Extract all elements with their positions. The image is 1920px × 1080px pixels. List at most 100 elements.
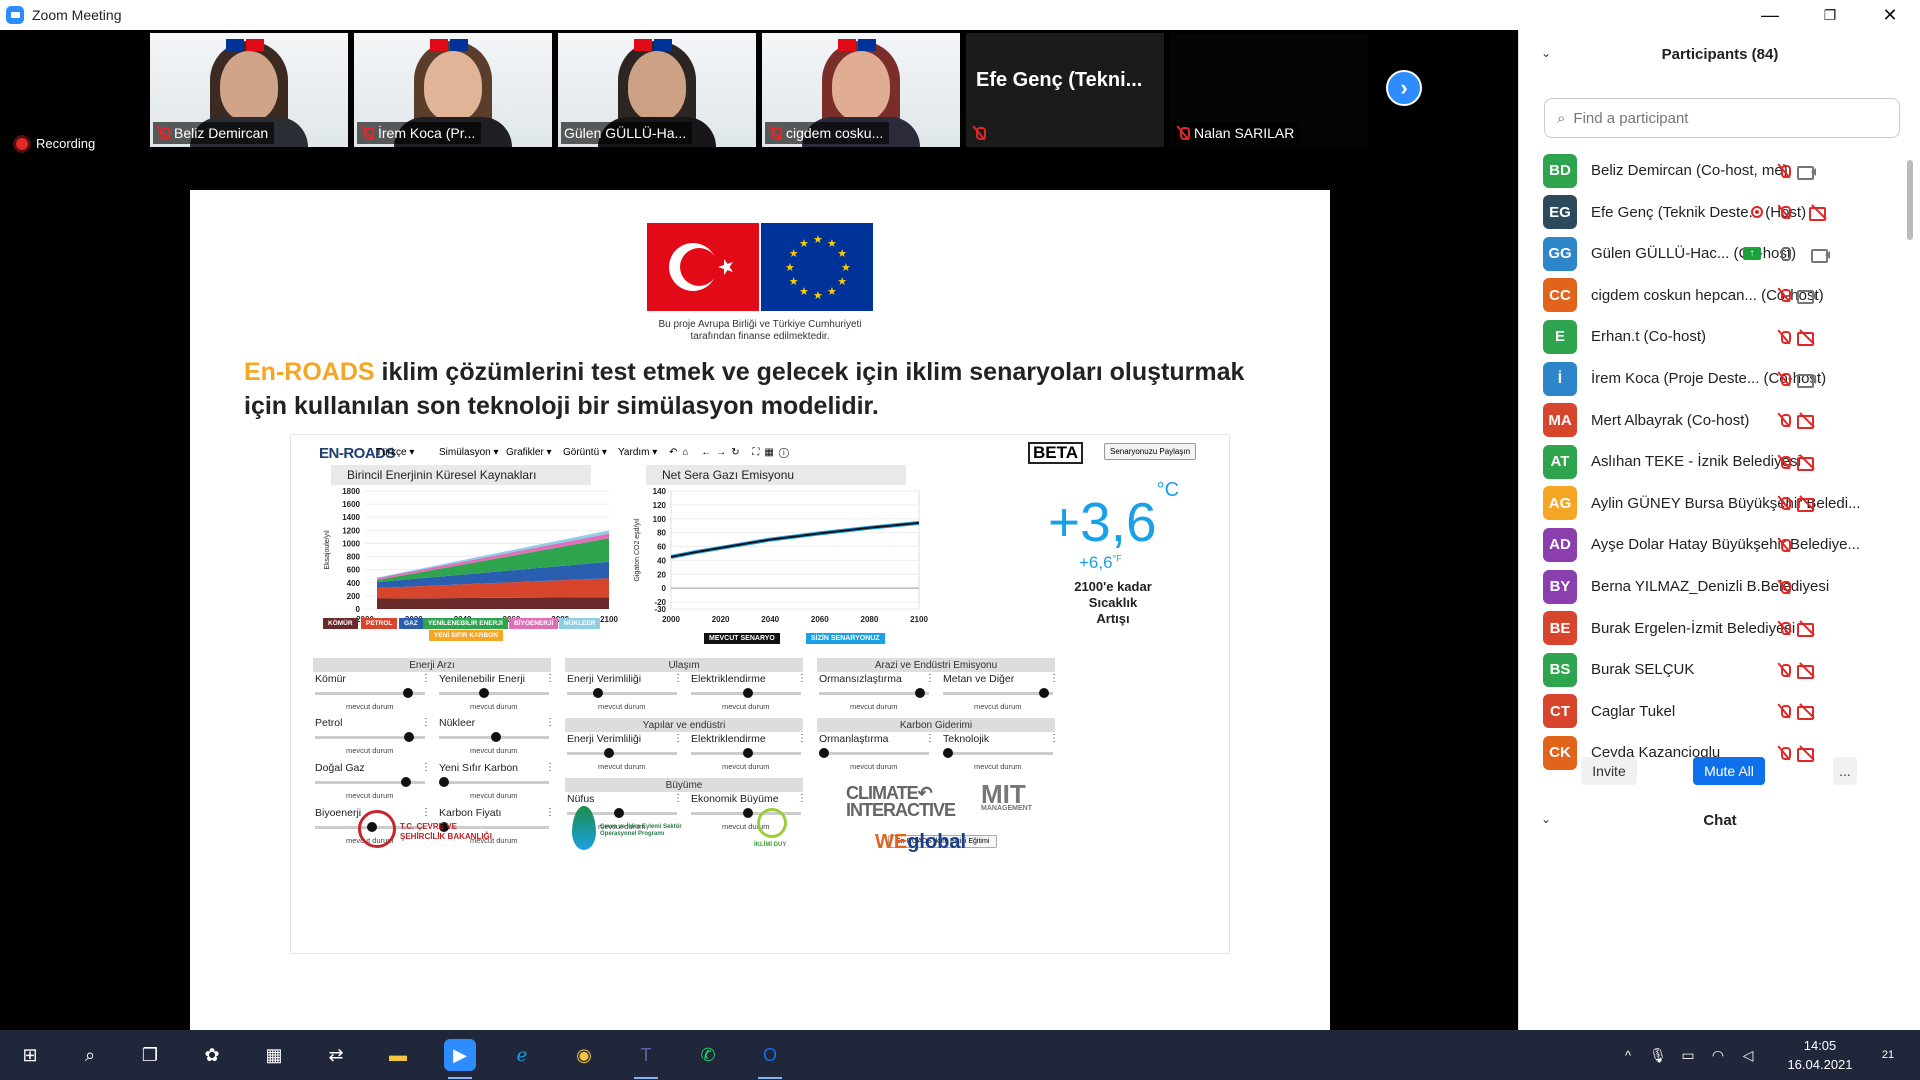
mic-muted-icon[interactable] xyxy=(1777,496,1791,511)
slider-menu-icon[interactable]: ⋮ xyxy=(797,793,807,804)
slider-thumb[interactable] xyxy=(478,688,489,698)
zoom-taskbar-icon[interactable]: ▶ xyxy=(444,1039,476,1079)
slider-thumb[interactable] xyxy=(604,748,615,758)
battery-icon[interactable]: ▭ xyxy=(1672,1039,1704,1071)
slider-track[interactable] xyxy=(819,692,929,695)
participants-scrollbar[interactable] xyxy=(1907,160,1913,240)
camera-off-icon xyxy=(1797,663,1817,679)
slider-menu-icon[interactable]: ⋮ xyxy=(545,762,555,773)
slider-menu-icon[interactable]: ⋮ xyxy=(673,733,683,744)
mic-muted-icon[interactable] xyxy=(1777,372,1791,386)
slider-menu-icon[interactable]: ⋮ xyxy=(421,717,431,728)
slider-thumb[interactable] xyxy=(403,688,414,698)
slider-menu-icon[interactable]: ⋮ xyxy=(673,673,683,684)
participant-search-input[interactable]: ⌕ Find a participant xyxy=(1544,98,1900,138)
video-thumbnail-active-speaker[interactable]: Gülen GÜLLÜ-Ha... xyxy=(558,33,756,147)
menu-view[interactable]: Görüntü ▾ xyxy=(563,447,607,458)
more-options-button[interactable]: ... xyxy=(1833,757,1857,785)
app-icon[interactable]: ✿ xyxy=(196,1039,228,1071)
slider-thumb[interactable] xyxy=(819,748,829,758)
volume-icon[interactable]: ◁ xyxy=(1732,1039,1764,1071)
slider-thumb[interactable] xyxy=(401,777,412,787)
slider-track[interactable] xyxy=(943,692,1053,695)
menu-simulation[interactable]: Simülasyon ▾ xyxy=(439,447,499,458)
slider-menu-icon[interactable]: ⋮ xyxy=(925,673,935,684)
mic-muted-icon[interactable] xyxy=(1777,538,1791,552)
slider-menu-icon[interactable]: ⋮ xyxy=(545,717,555,728)
slider-status: mevcut durum xyxy=(470,746,518,755)
slider-menu-icon[interactable]: ⋮ xyxy=(797,733,807,744)
slider-menu-icon[interactable]: ⋮ xyxy=(1049,733,1059,744)
invite-button[interactable]: Invite xyxy=(1581,757,1637,785)
outlook-icon[interactable]: O xyxy=(754,1039,786,1079)
whatsapp-icon[interactable]: ✆ xyxy=(692,1039,724,1071)
microphone-icon[interactable] xyxy=(1777,246,1791,261)
mic-muted-icon[interactable] xyxy=(1777,621,1791,636)
slider-track[interactable] xyxy=(819,752,929,755)
slider-thumb[interactable] xyxy=(914,688,925,698)
slider-thumb[interactable] xyxy=(743,688,753,698)
mic-muted-icon[interactable] xyxy=(1777,330,1791,344)
task-view-icon[interactable]: ❐ xyxy=(134,1039,166,1071)
slider-status: mevcut durum xyxy=(598,762,646,771)
slider-thumb[interactable] xyxy=(593,688,603,698)
video-thumbnail[interactable]: Beliz Demircan xyxy=(150,33,348,147)
mute-all-button[interactable]: Mute All xyxy=(1693,757,1765,785)
slider-thumb[interactable] xyxy=(1038,688,1049,698)
search-icon[interactable]: ⌕ xyxy=(74,1039,106,1071)
slider-track[interactable] xyxy=(943,752,1053,755)
calculator-icon[interactable]: ▦ xyxy=(258,1039,290,1071)
slider-thumb[interactable] xyxy=(943,748,953,758)
slider-thumb[interactable] xyxy=(491,732,501,742)
system-clock[interactable]: 14:05 16.04.2021 xyxy=(1780,1036,1860,1074)
close-button[interactable]: ✕ xyxy=(1860,0,1920,30)
mic-muted-icon[interactable] xyxy=(1777,746,1791,760)
minimize-button[interactable]: — xyxy=(1740,0,1800,30)
slider-menu-icon[interactable]: ⋮ xyxy=(925,733,935,744)
next-page-button[interactable]: › xyxy=(1386,70,1422,106)
slider-menu-icon[interactable]: ⋮ xyxy=(797,673,807,684)
tray-chevron-icon[interactable]: ^ xyxy=(1612,1039,1644,1071)
mic-muted-icon[interactable] xyxy=(1777,205,1791,220)
slider-status: mevcut durum xyxy=(470,791,518,800)
video-thumbnail[interactable]: Nalan SARILAR xyxy=(1170,33,1368,147)
menu-help[interactable]: Yardım ▾ xyxy=(618,447,657,458)
slider-thumb[interactable] xyxy=(743,748,753,758)
wifi-icon[interactable]: ◠ xyxy=(1702,1039,1734,1071)
teams-icon[interactable]: T xyxy=(630,1039,662,1079)
restore-button[interactable]: ❐ xyxy=(1800,0,1860,30)
windows-start-icon[interactable]: ⊞ xyxy=(14,1039,46,1071)
slider-track[interactable] xyxy=(567,752,677,755)
chrome-icon[interactable]: ◉ xyxy=(568,1039,600,1071)
slider-thumb[interactable] xyxy=(404,732,415,742)
mic-muted-icon[interactable] xyxy=(1777,288,1791,303)
menu-graphs[interactable]: Grafikler ▾ xyxy=(506,447,552,458)
slider-menu-icon[interactable]: ⋮ xyxy=(421,673,431,684)
mic-muted-icon[interactable] xyxy=(1777,164,1791,178)
mic-muted-icon[interactable] xyxy=(1777,704,1791,719)
tick-label: 800 xyxy=(347,553,361,562)
menu-language[interactable]: Türkçe ▾ xyxy=(376,447,414,458)
microphone-tray-icon[interactable]: 🎙 xyxy=(1642,1039,1674,1071)
slider-track[interactable] xyxy=(567,692,677,695)
slider-thumb[interactable] xyxy=(439,777,449,787)
mic-muted-icon[interactable] xyxy=(1777,455,1791,469)
teamviewer-icon[interactable]: ⇄ xyxy=(320,1039,352,1071)
mic-muted-icon[interactable] xyxy=(1777,663,1791,677)
notifications-icon[interactable]: 21 xyxy=(1872,1039,1904,1071)
share-scenario-button[interactable]: Senaryonuzu Paylaşın xyxy=(1104,443,1197,460)
video-thumbnail[interactable]: İrem Koca (Pr... xyxy=(354,33,552,147)
slider-menu-icon[interactable]: ⋮ xyxy=(421,762,431,773)
slider-menu-icon[interactable]: ⋮ xyxy=(673,793,683,804)
slider-menu-icon[interactable]: ⋮ xyxy=(1049,673,1059,684)
slider-track[interactable] xyxy=(439,692,549,695)
internet-explorer-icon[interactable]: ℯ xyxy=(506,1039,538,1071)
avatar: CT xyxy=(1543,694,1577,729)
video-thumbnail[interactable]: Efe Genç (Tekni... xyxy=(966,33,1164,147)
file-explorer-icon[interactable]: ▬ xyxy=(382,1039,414,1071)
mic-muted-icon[interactable] xyxy=(1777,580,1791,594)
slider-menu-icon[interactable]: ⋮ xyxy=(545,673,555,684)
mic-muted-icon[interactable] xyxy=(1777,413,1791,428)
video-thumbnail[interactable]: cigdem cosku... xyxy=(762,33,960,147)
slider-track[interactable] xyxy=(439,781,549,784)
